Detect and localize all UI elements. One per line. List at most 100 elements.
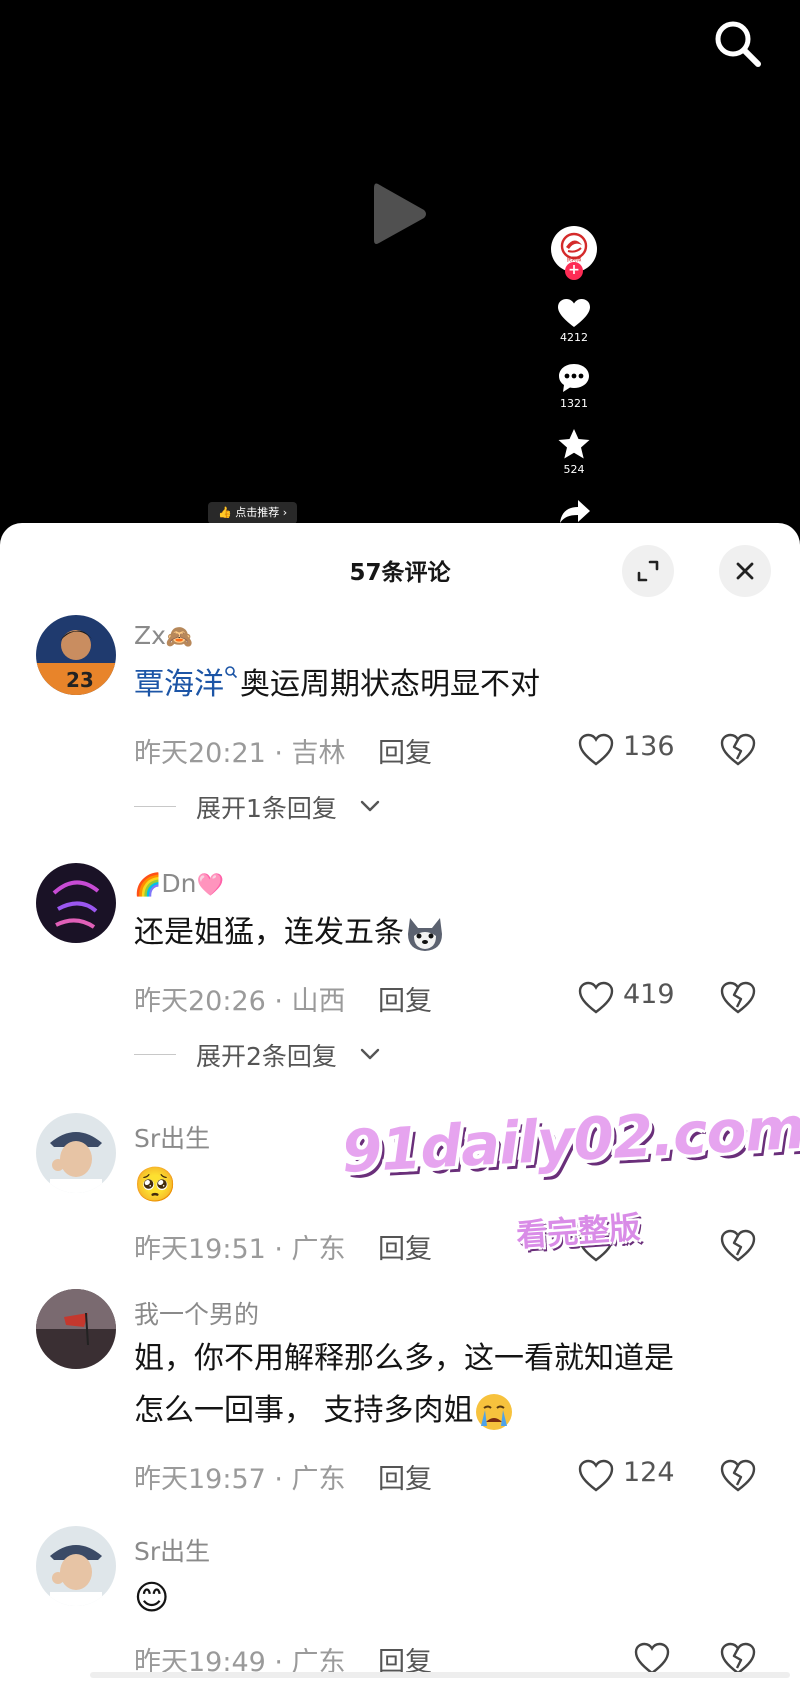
video-player[interactable]: 民网微 + 4212 1321 524 👍 点击推荐 ›: [0, 0, 800, 540]
action-rail: 民网微 + 4212 1321 524: [548, 226, 600, 476]
comment-item: 🌈Dn🩷 还是姐猛，连发五条 昨天20:26 · 山西 回复 419 展开2条回…: [0, 863, 800, 1071]
broken-heart-icon: [720, 1642, 756, 1675]
favorite-count: 524: [563, 463, 585, 476]
search-mini-icon: [225, 666, 238, 679]
reply-button[interactable]: 回复: [378, 1227, 432, 1266]
comment-like-button[interactable]: [578, 1229, 618, 1265]
avatar-image: 23: [36, 615, 116, 695]
divider-line: [134, 1054, 176, 1055]
comment-username[interactable]: Sr出生: [134, 1119, 210, 1155]
like-count: 4212: [560, 331, 588, 344]
svg-text:23: 23: [66, 668, 94, 692]
heart-outline-icon: [578, 981, 614, 1014]
divider-line: [134, 806, 176, 807]
avatar[interactable]: [36, 863, 116, 943]
username-text: Dn: [161, 869, 197, 898]
mention-name: 覃海洋: [134, 667, 224, 702]
heart-icon: [558, 299, 590, 327]
close-icon: [736, 562, 754, 580]
crying-face-emoji-icon: [475, 1393, 512, 1430]
avatar[interactable]: [36, 1289, 116, 1369]
comment-bubble-icon: [559, 364, 589, 392]
avatar-image: [36, 1289, 116, 1369]
expand-replies-button[interactable]: 展开2条回复: [134, 1037, 394, 1073]
broken-heart-icon: [720, 981, 756, 1014]
comment-like-button[interactable]: 419: [578, 979, 688, 1017]
comment-body-line2: 怎么一回事， 支持多肉姐: [134, 1393, 474, 1428]
thumbs-up-icon: 👍: [218, 506, 232, 519]
avatar-image: [36, 1113, 116, 1193]
expand-replies-label: 展开1条回复: [196, 794, 337, 823]
comment-meta: 昨天19:57 · 广东: [134, 1464, 346, 1495]
comment-like-count: 419: [623, 979, 675, 1010]
share-button[interactable]: [558, 498, 592, 524]
comment-count: 1321: [560, 397, 588, 410]
comments-sheet: 57条评论 23 Zx🙈 覃海洋 奥运周期状态明显不对 昨天20:21 · 吉林…: [0, 523, 800, 1684]
broken-heart-icon: [720, 733, 756, 766]
comment-like-button[interactable]: 124: [578, 1457, 688, 1495]
avatar[interactable]: [36, 1113, 116, 1193]
search-button[interactable]: [708, 14, 768, 74]
comment-username[interactable]: Sr出生: [134, 1532, 210, 1568]
favorite-button[interactable]: 524: [548, 428, 600, 476]
comment-dislike-button[interactable]: [720, 733, 756, 769]
search-icon: [715, 21, 761, 67]
comment-dislike-button[interactable]: [720, 981, 756, 1017]
comment-item: 我一个男的 姐，你不用解释那么多，这一看就知道是 怎么一回事， 支持多肉姐 昨天…: [0, 1289, 800, 1499]
reply-button[interactable]: 回复: [378, 1457, 432, 1496]
username-emoji: 🙈: [165, 625, 194, 650]
comment-dislike-button[interactable]: [720, 1459, 756, 1495]
publisher-avatar[interactable]: 民网微 +: [551, 226, 597, 280]
chevron-down-icon: [360, 1048, 380, 1060]
expand-replies-label: 展开2条回复: [196, 1042, 337, 1071]
chevron-right-icon: ›: [282, 506, 288, 519]
comment-like-button[interactable]: 136: [578, 731, 688, 769]
comment-meta: 昨天20:21 · 吉林: [134, 738, 346, 769]
home-indicator: [90, 1672, 790, 1678]
dog-face-emoji-icon: [408, 917, 442, 951]
recommend-label: 点击推荐: [235, 506, 280, 519]
avatar-image: [36, 1526, 116, 1606]
comment-item: Sr出生 🥺 昨天19:51 · 广东 回复: [0, 1113, 800, 1273]
username-text: Zx: [134, 621, 166, 650]
comment-like-count: 124: [623, 1457, 675, 1488]
comment-body: 还是姐猛，连发五条: [134, 915, 404, 950]
comment-item: Sr出生 😊 昨天19:49 · 广东 回复: [0, 1526, 800, 1684]
comment-body-line2-wrap: 怎么一回事， 支持多肉姐: [134, 1385, 754, 1437]
comment-emoji: 🥺: [134, 1165, 177, 1205]
comment-button[interactable]: 1321: [548, 362, 600, 410]
comment-username[interactable]: 我一个男的: [134, 1295, 259, 1331]
recommend-tag[interactable]: 👍 点击推荐 ›: [208, 502, 298, 524]
like-button[interactable]: 4212: [548, 298, 600, 344]
comment-body-line1: 姐，你不用解释那么多，这一看就知道是: [134, 1341, 674, 1376]
comment-meta: 昨天19:51 · 广东: [134, 1234, 346, 1265]
comment-meta: 昨天20:26 · 山西: [134, 986, 346, 1017]
expand-replies-button[interactable]: 展开1条回复: [134, 789, 394, 825]
reply-button[interactable]: 回复: [378, 979, 432, 1018]
avatar[interactable]: [36, 1526, 116, 1606]
play-icon[interactable]: [372, 180, 428, 248]
share-arrow-icon: [560, 500, 590, 523]
avatar-image: [36, 863, 116, 943]
broken-heart-icon: [720, 1459, 756, 1492]
broken-heart-icon: [720, 1229, 756, 1262]
comment-body: 奥运周期状态明显不对: [240, 667, 540, 702]
rainbow-emoji: 🌈: [134, 873, 162, 898]
mention-link[interactable]: 覃海洋: [134, 666, 240, 702]
close-sheet-button[interactable]: [719, 545, 771, 597]
expand-sheet-button[interactable]: [622, 545, 674, 597]
heart-outline-icon: [578, 1459, 614, 1492]
comment-item: 23 Zx🙈 覃海洋 奥运周期状态明显不对 昨天20:21 · 吉林 回复 136: [0, 615, 800, 823]
reply-button[interactable]: 回复: [378, 731, 432, 770]
avatar[interactable]: 23: [36, 615, 116, 695]
follow-button[interactable]: +: [565, 262, 583, 280]
comment-username[interactable]: 🌈Dn🩷: [134, 869, 224, 898]
comment-username[interactable]: Zx🙈: [134, 621, 193, 650]
comment-text: 覃海洋 奥运周期状态明显不对: [134, 659, 754, 711]
chevron-down-icon: [360, 800, 380, 812]
comment-text: 还是姐猛，连发五条: [134, 907, 754, 959]
comment-dislike-button[interactable]: [720, 1229, 756, 1265]
comment-text: 姐，你不用解释那么多，这一看就知道是 怎么一回事， 支持多肉姐: [134, 1333, 754, 1437]
heart-outline-icon: [578, 733, 614, 766]
comment-like-count: 136: [623, 731, 675, 762]
